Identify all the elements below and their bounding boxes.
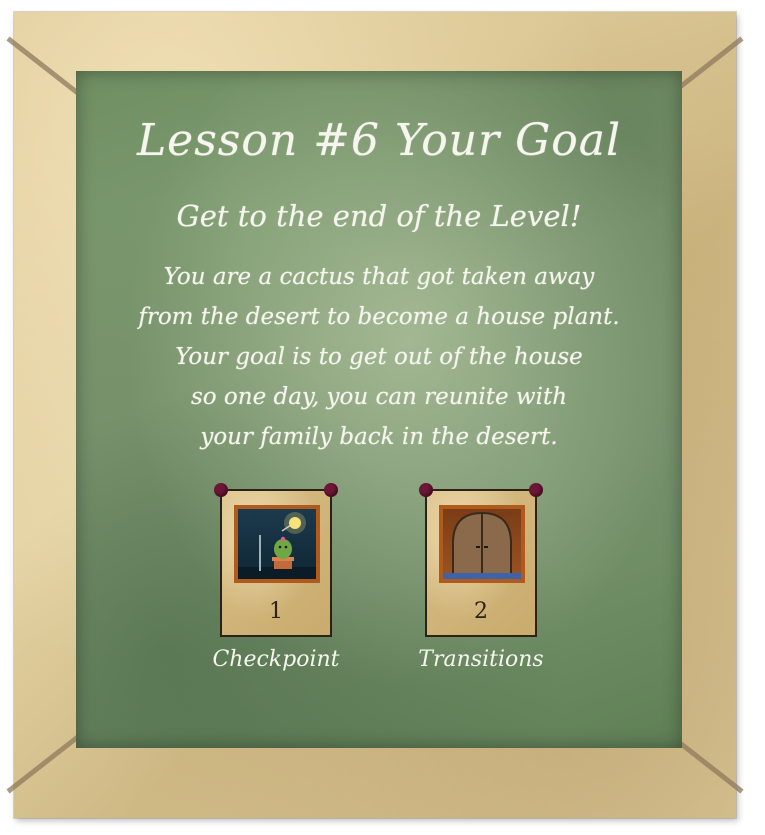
pin-icon [324,483,338,497]
lesson-subtitle: Get to the end of the Level! [176,199,582,233]
story-line: from the desert to become a house plant. [138,304,620,330]
card-label: Checkpoint [212,647,340,672]
card-number: 1 [269,599,283,624]
story-line: Your goal is to get out of the house [175,344,583,370]
frame-corner [6,36,81,96]
story-line: You are a cactus that got taken away [163,264,595,290]
card-frame: 2 [419,483,543,637]
lesson-screen: Lesson #6 Your Goal Get to the end of th… [0,0,765,835]
pin-icon [529,483,543,497]
checkpoint-card: 1 Checkpoint [206,483,346,672]
card-label: Transitions [418,647,544,672]
cactus-lamp-icon [234,505,320,583]
pin-icon [419,483,433,497]
story-line: so one day, you can reunite with [190,384,568,410]
lesson-story: You are a cactus that got taken away fro… [76,257,682,457]
story-line: your family back in the desert. [200,424,558,450]
card-number: 2 [474,599,488,624]
card-frame: 1 [214,483,338,637]
pin-icon [214,483,228,497]
transitions-card: 2 Transitions [411,483,551,672]
lesson-title: Lesson #6 Your Goal [136,115,622,166]
chalkboard: Lesson #6 Your Goal Get to the end of th… [76,71,682,748]
arched-door-icon [439,505,525,583]
frame-corner [6,734,81,794]
